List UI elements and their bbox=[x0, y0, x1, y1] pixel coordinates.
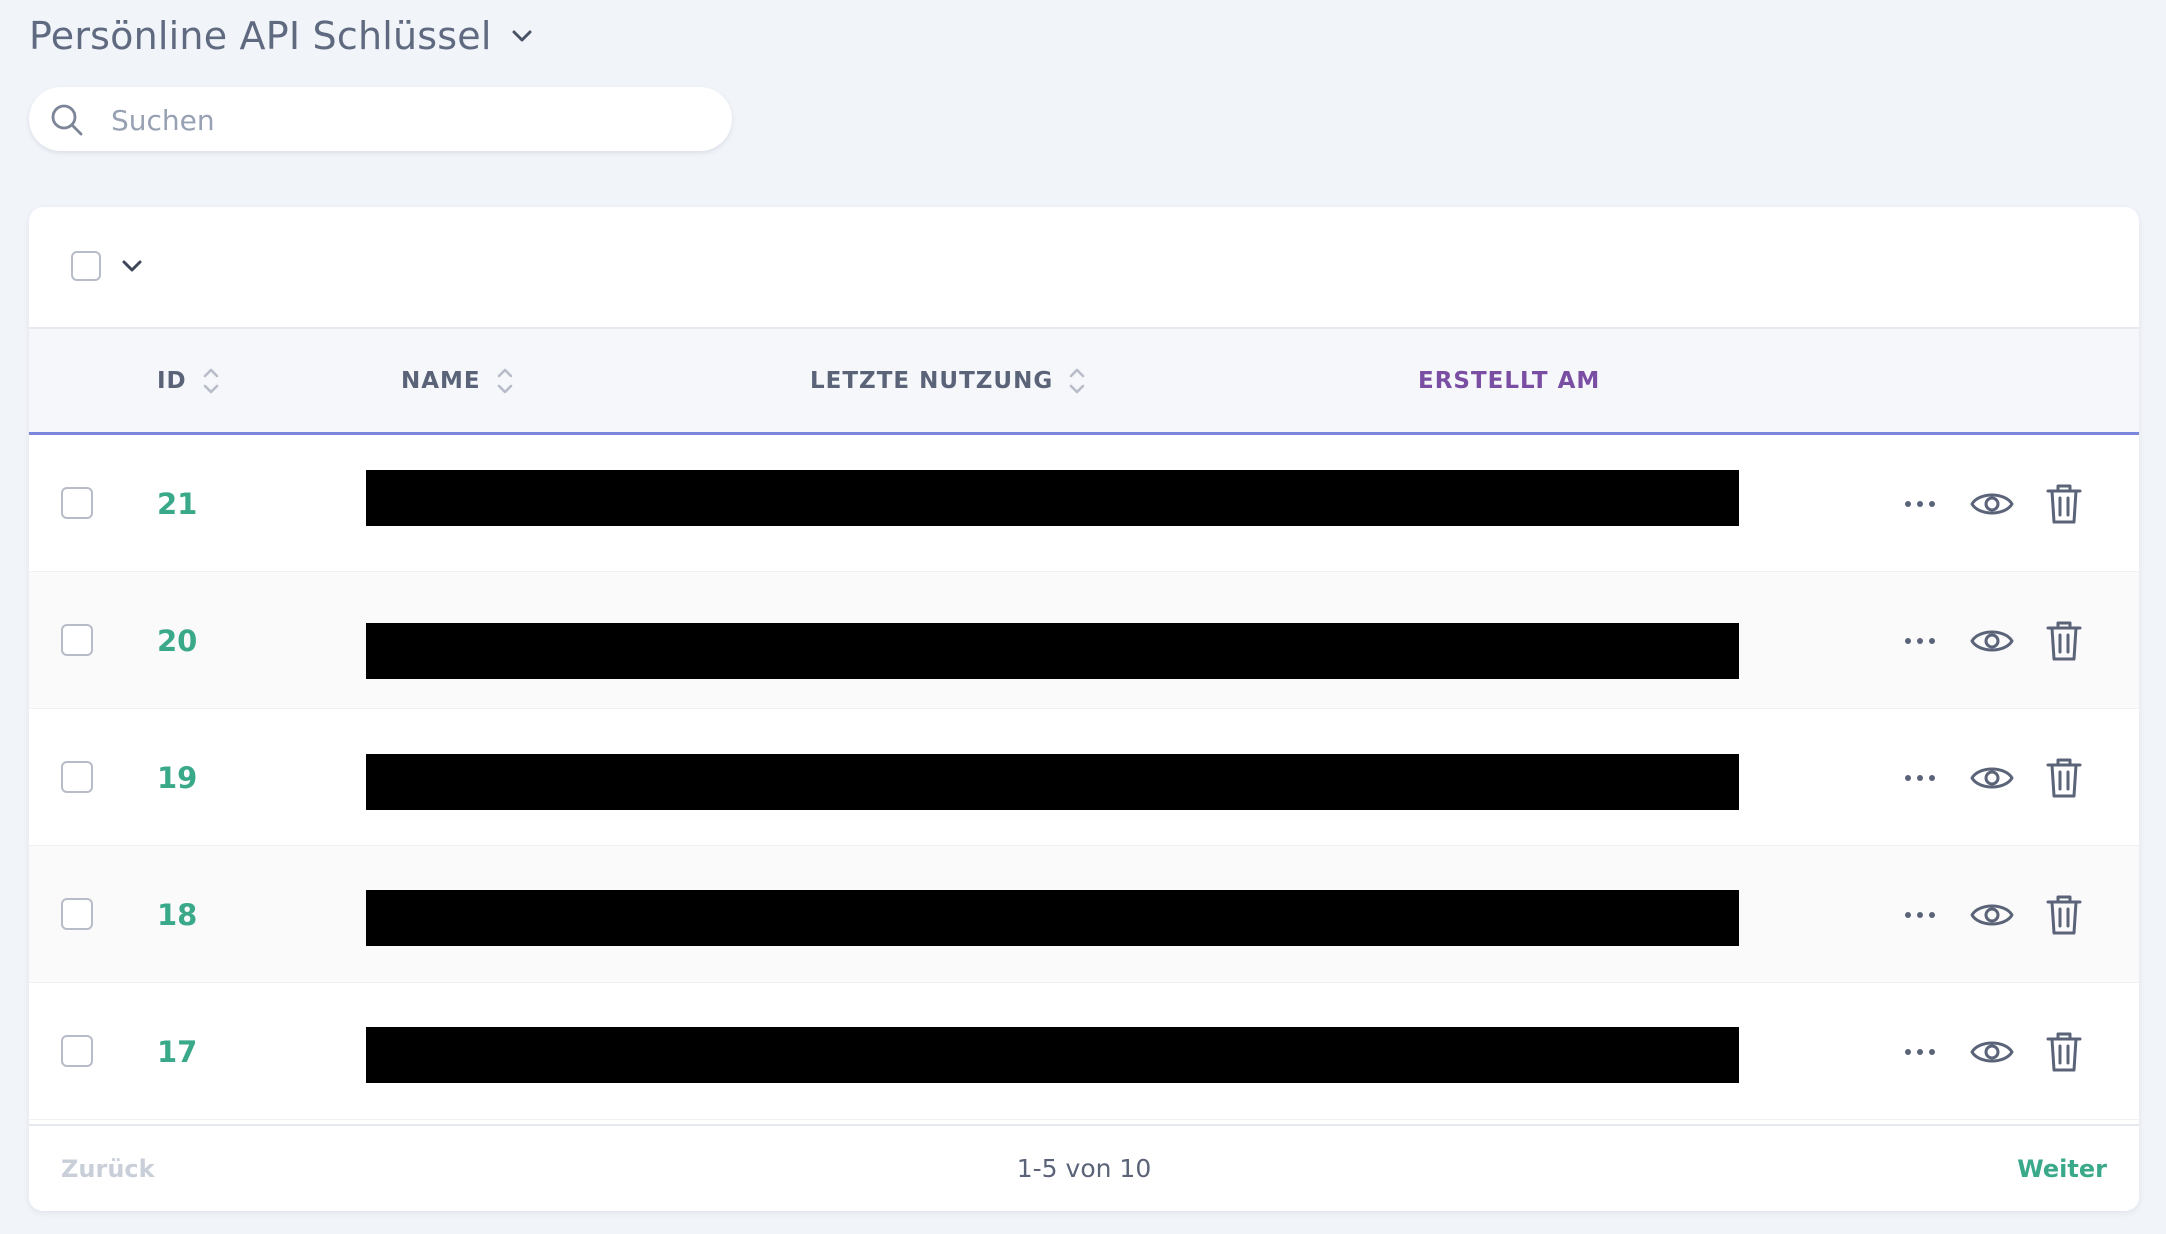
column-header-id[interactable]: ID bbox=[157, 329, 221, 432]
eye-icon[interactable] bbox=[1967, 753, 2017, 803]
table-row: 20 bbox=[29, 572, 2139, 709]
eye-icon[interactable] bbox=[1967, 616, 2017, 666]
page-title: Persönline API Schlüssel bbox=[29, 14, 492, 58]
row-checkbox[interactable] bbox=[61, 624, 93, 656]
column-header-name[interactable]: NAME bbox=[401, 329, 515, 432]
table-body: 21 20 19 18 17 bbox=[29, 435, 2139, 1120]
row-id-link[interactable]: 21 bbox=[157, 435, 197, 572]
column-header-label: LETZTE NUTZUNG bbox=[810, 367, 1054, 394]
table-toolbar bbox=[29, 207, 2139, 329]
pagination-info: 1-5 von 10 bbox=[1016, 1154, 1152, 1183]
row-actions bbox=[1873, 435, 2089, 572]
chevron-down-icon[interactable] bbox=[510, 24, 534, 48]
more-icon[interactable] bbox=[1895, 1027, 1945, 1077]
eye-icon[interactable] bbox=[1967, 890, 2017, 940]
api-keys-table-card: ID NAME LETZTE NUTZUNG ERSTELLT AM 21 20… bbox=[29, 207, 2139, 1211]
sort-icon bbox=[1069, 368, 1085, 393]
column-header-last-used[interactable]: LETZTE NUTZUNG bbox=[810, 329, 1087, 432]
row-id-link[interactable]: 20 bbox=[157, 572, 197, 709]
table-row: 18 bbox=[29, 846, 2139, 983]
more-icon[interactable] bbox=[1895, 753, 1945, 803]
select-all-checkbox[interactable] bbox=[71, 251, 101, 281]
table-row: 17 bbox=[29, 983, 2139, 1120]
trash-icon[interactable] bbox=[2039, 1027, 2089, 1077]
row-actions bbox=[1873, 709, 2089, 846]
row-actions bbox=[1873, 983, 2089, 1120]
trash-icon[interactable] bbox=[2039, 479, 2089, 529]
table-row: 21 bbox=[29, 435, 2139, 572]
table-header: ID NAME LETZTE NUTZUNG ERSTELLT AM bbox=[29, 329, 2139, 435]
column-header-created-at[interactable]: ERSTELLT AM bbox=[1418, 329, 1600, 432]
search-box bbox=[29, 87, 732, 153]
pagination-prev-button[interactable]: Zurück bbox=[61, 1126, 155, 1211]
pagination-next-button[interactable]: Weiter bbox=[2017, 1126, 2107, 1211]
column-header-label: ERSTELLT AM bbox=[1418, 367, 1601, 394]
redacted-block bbox=[366, 1027, 1739, 1083]
redacted-block bbox=[366, 890, 1739, 946]
redacted-block bbox=[366, 470, 1739, 526]
eye-icon[interactable] bbox=[1967, 479, 2017, 529]
pagination: Zurück 1-5 von 10 Weiter bbox=[29, 1124, 2139, 1211]
row-actions bbox=[1873, 846, 2089, 983]
more-icon[interactable] bbox=[1895, 890, 1945, 940]
column-header-label: ID bbox=[157, 367, 187, 394]
redacted-block bbox=[366, 623, 1739, 679]
row-id-link[interactable]: 18 bbox=[157, 846, 197, 983]
more-icon[interactable] bbox=[1895, 616, 1945, 666]
trash-icon[interactable] bbox=[2039, 753, 2089, 803]
chevron-down-icon[interactable] bbox=[119, 253, 145, 279]
row-id-link[interactable]: 17 bbox=[157, 983, 197, 1120]
row-id-link[interactable]: 19 bbox=[157, 709, 197, 846]
sort-icon bbox=[203, 368, 218, 393]
page-header: Persönline API Schlüssel bbox=[29, 8, 534, 64]
redacted-block bbox=[366, 754, 1739, 810]
search-icon bbox=[51, 104, 83, 136]
search-input[interactable] bbox=[109, 87, 713, 153]
row-checkbox[interactable] bbox=[61, 1035, 93, 1067]
sort-icon bbox=[497, 368, 512, 393]
row-checkbox[interactable] bbox=[61, 898, 93, 930]
trash-icon[interactable] bbox=[2039, 616, 2089, 666]
more-icon[interactable] bbox=[1895, 479, 1945, 529]
column-header-label: NAME bbox=[401, 367, 481, 394]
row-checkbox[interactable] bbox=[61, 487, 93, 519]
row-actions bbox=[1873, 572, 2089, 709]
row-checkbox[interactable] bbox=[61, 761, 93, 793]
table-row: 19 bbox=[29, 709, 2139, 846]
trash-icon[interactable] bbox=[2039, 890, 2089, 940]
eye-icon[interactable] bbox=[1967, 1027, 2017, 1077]
